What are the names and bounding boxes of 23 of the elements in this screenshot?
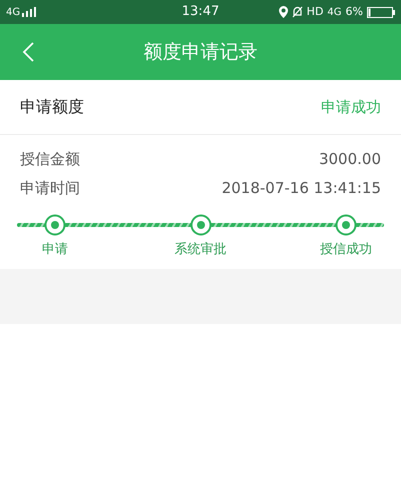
step-label: 申请	[42, 241, 68, 259]
hd-label: HD	[306, 4, 324, 20]
page-title: 额度申请记录	[142, 40, 258, 65]
back-icon[interactable]	[22, 42, 34, 62]
network-label: 4G	[6, 6, 20, 20]
step-node-icon	[335, 214, 357, 236]
detail-value: 2018-07-16 13:41:15	[222, 178, 381, 199]
battery-percent: 6%	[346, 4, 363, 20]
signal-icon	[22, 7, 36, 17]
step-node-icon	[44, 214, 66, 236]
step-label: 系统审批	[174, 241, 226, 259]
step-label: 授信成功	[320, 241, 372, 259]
network-label: 4G	[327, 6, 342, 20]
step-node-icon	[190, 214, 212, 236]
clock: 13:47	[180, 3, 220, 22]
detail-label: 授信金额	[20, 148, 80, 170]
detail-label: 申请时间	[20, 178, 80, 199]
status-text: 申请成功	[321, 96, 381, 118]
battery-icon	[367, 6, 395, 18]
bell-off-icon	[292, 6, 303, 18]
location-pin-icon	[278, 6, 288, 18]
record-label: 申请额度	[20, 96, 84, 118]
detail-value: 3000.00	[318, 148, 381, 170]
